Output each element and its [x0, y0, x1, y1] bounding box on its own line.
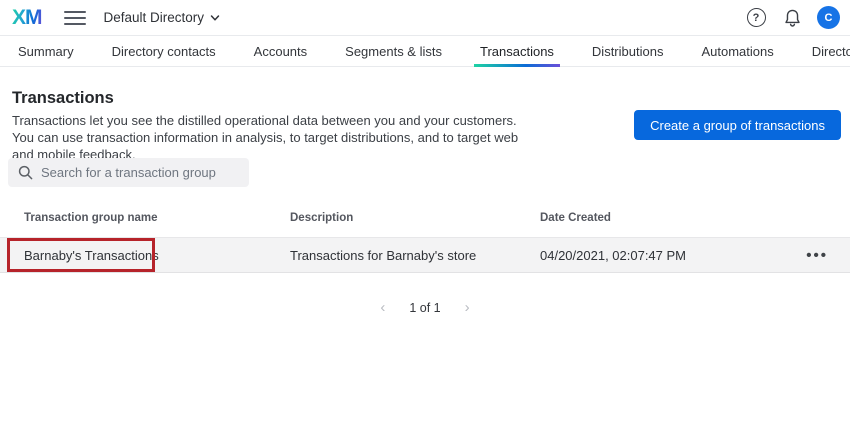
tab-distributions[interactable]: Distributions: [586, 37, 670, 66]
pagination-label: 1 of 1: [409, 301, 440, 315]
hamburger-menu-icon[interactable]: [64, 11, 86, 25]
tab-accounts[interactable]: Accounts: [248, 37, 313, 66]
tab-directory-settings[interactable]: Directory settings: [806, 37, 850, 66]
column-header-date-created: Date Created: [540, 212, 611, 224]
table-header-row: Transaction group name Description Date …: [0, 212, 850, 237]
transaction-group-description-cell: Transactions for Barnaby's store: [290, 238, 476, 272]
page-title: Transactions: [12, 89, 114, 108]
pagination-next-icon[interactable]: ›: [465, 300, 470, 315]
bell-icon: [783, 8, 802, 28]
search-box: [8, 158, 249, 187]
tab-summary[interactable]: Summary: [12, 37, 80, 66]
column-header-description: Description: [290, 212, 353, 224]
xm-directory-app: XM Default Directory ? C: [0, 0, 850, 425]
chevron-down-icon: [210, 13, 220, 23]
row-options-menu-icon[interactable]: •••: [806, 238, 828, 272]
tab-directory-contacts[interactable]: Directory contacts: [106, 37, 222, 66]
column-header-name: Transaction group name: [24, 212, 158, 224]
top-bar: XM Default Directory ? C: [0, 0, 850, 36]
pagination-prev-icon[interactable]: ‹: [380, 300, 385, 315]
transaction-group-date-cell: 04/20/2021, 02:07:47 PM: [540, 238, 686, 272]
page-description: Transactions let you see the distilled o…: [12, 112, 524, 163]
create-transaction-group-button[interactable]: Create a group of transactions: [634, 110, 841, 140]
search-icon: [18, 165, 33, 180]
directory-picker-label: Default Directory: [104, 10, 205, 25]
top-bar-right: ? C: [745, 6, 840, 29]
question-mark-icon: ?: [747, 8, 766, 27]
directory-tab-bar: Summary Directory contacts Accounts Segm…: [0, 37, 850, 67]
search-input[interactable]: [41, 165, 239, 180]
xm-logo: XM: [12, 6, 42, 30]
tab-segments-lists[interactable]: Segments & lists: [339, 37, 448, 66]
tab-transactions[interactable]: Transactions: [474, 37, 560, 66]
table-row[interactable]: Barnaby's Transactions Transactions for …: [0, 237, 850, 273]
user-avatar[interactable]: C: [817, 6, 840, 29]
pagination: ‹ 1 of 1 ›: [0, 300, 850, 315]
tab-automations[interactable]: Automations: [695, 37, 779, 66]
transaction-group-name-cell[interactable]: Barnaby's Transactions: [24, 238, 159, 272]
directory-picker[interactable]: Default Directory: [104, 10, 221, 25]
notifications-button[interactable]: [781, 7, 803, 29]
help-button[interactable]: ?: [745, 7, 767, 29]
avatar-initial: C: [825, 12, 833, 24]
